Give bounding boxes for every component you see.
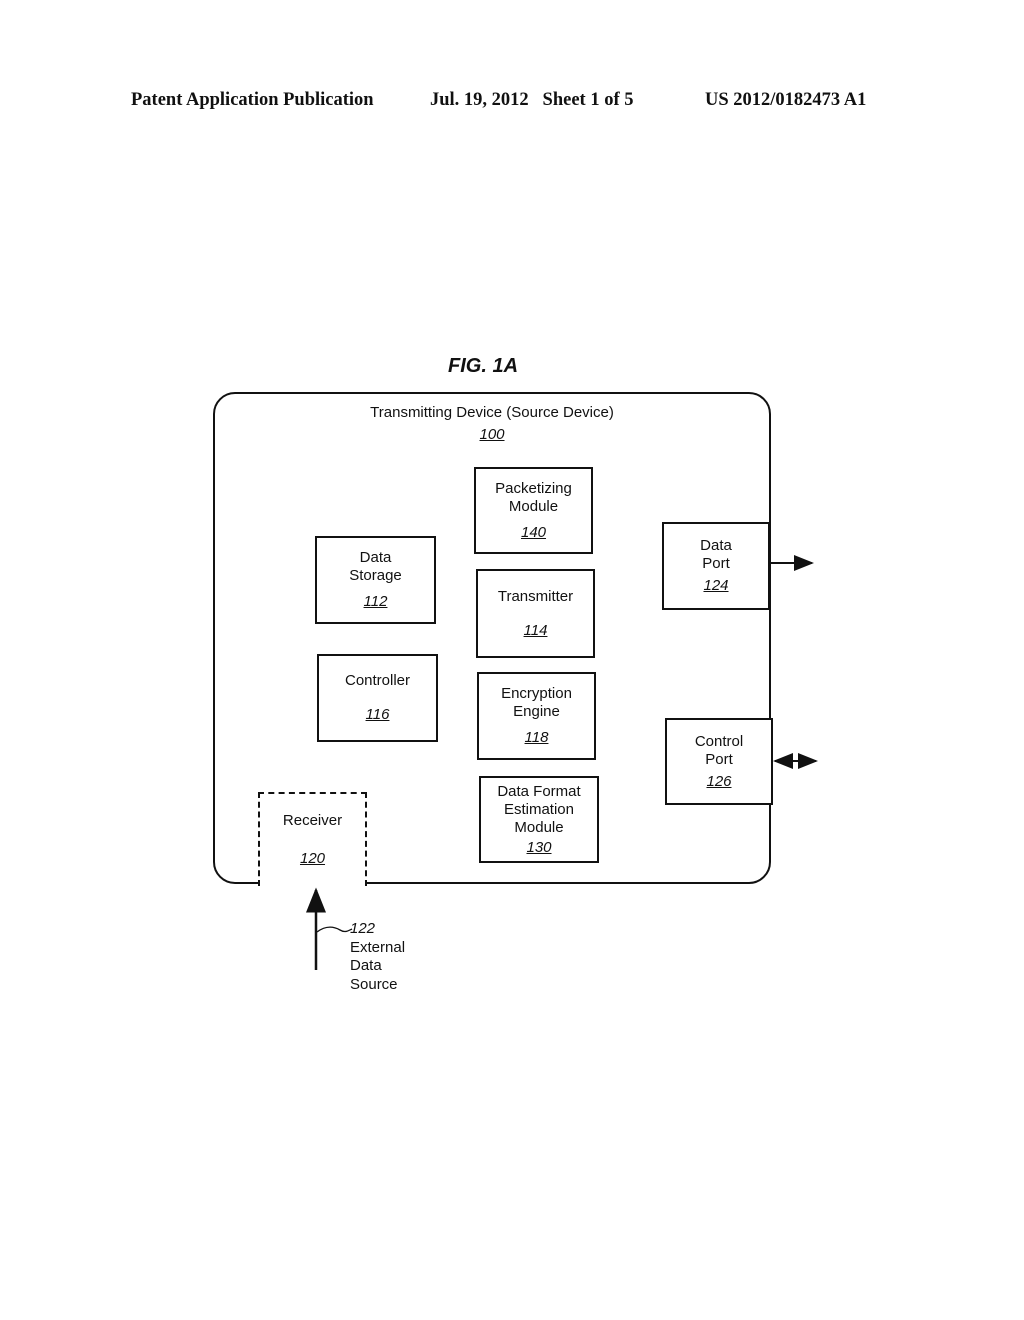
- ref-122-leader-line: [316, 926, 353, 933]
- external-data-source-label: 122 External Data Source: [350, 920, 405, 994]
- external-data-source-text: External Data Source: [350, 938, 406, 993]
- external-data-source-ref: 122: [350, 920, 376, 937]
- connector-layer: [306, 555, 818, 970]
